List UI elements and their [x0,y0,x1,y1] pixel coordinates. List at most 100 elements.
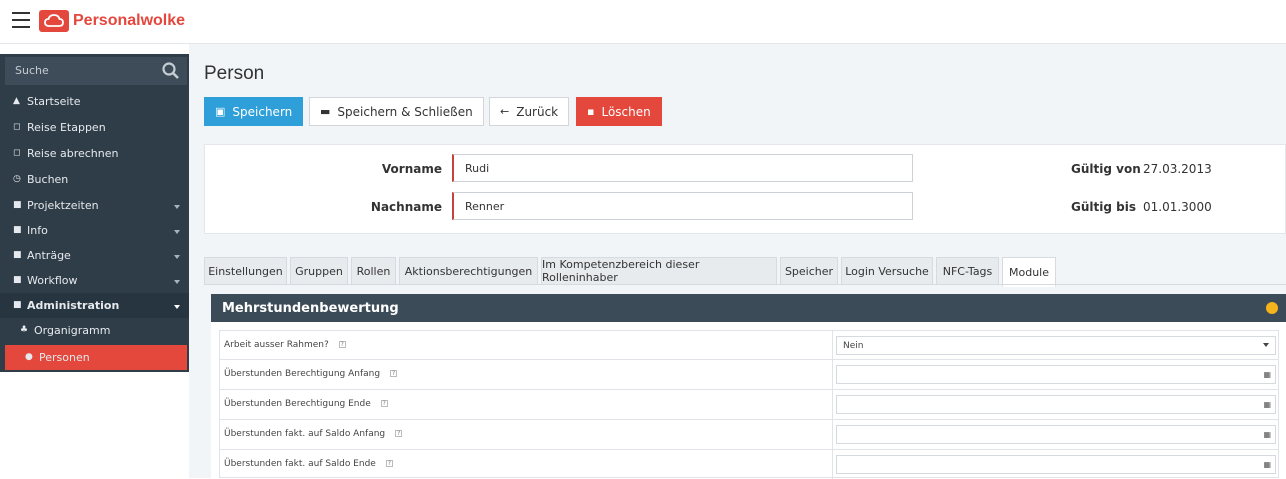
calendar-icon[interactable]: ▦ [1263,430,1271,439]
logo-text: Personalwolke [73,12,186,29]
sidebar-item-label: Reise abrechnen [27,147,119,160]
panel-title: Mehrstundenbewertung [222,301,399,316]
tab-aktionsberechtigungen[interactable]: Aktionsberechtigungen [399,257,538,285]
back-button-label: Zurück [516,104,559,119]
select-value: Nein [843,341,864,351]
folder-icon: ■ [13,275,22,285]
search-input[interactable]: Suche [5,57,187,85]
help-icon[interactable]: ? [395,430,403,437]
calendar-icon[interactable]: ▦ [1263,460,1271,469]
ueberstunden-berechtigung-anfang-field[interactable]: ▦ [836,365,1276,384]
row-label: Überstunden fakt. auf Saldo Ende [224,459,376,469]
sidebar-item-label: Buchen [27,173,69,186]
tab-bar: Einstellungen Gruppen Rollen Aktionsbere… [204,257,1286,287]
tab-kompetenzbereich[interactable]: Im Kompetenzbereich dieser Rolleninhaber [541,257,777,285]
sidebar-item-organigramm[interactable]: ♣ Organigramm [0,318,189,343]
help-icon[interactable]: ? [385,460,393,467]
save-button-label: Speichern [232,104,293,119]
save-and-close-button[interactable]: ▬ Speichern & Schließen [309,97,484,126]
delete-button[interactable]: ▪ Löschen [576,97,662,126]
help-icon[interactable]: ? [338,341,346,348]
gueltig-bis-label: Gültig bis [1071,200,1136,214]
calendar-icon[interactable]: ▦ [1263,400,1271,409]
row-ueberstunden-saldo-anfang: Überstunden fakt. auf Saldo Anfang? ▦ [219,420,1279,450]
row-label: Überstunden Berechtigung Anfang [224,369,381,379]
arbeit-ausser-rahmen-select[interactable]: Nein [836,336,1276,355]
sidebar: Suche ▲ Startseite ◻ Reise Etappen ◻ Reise … [0,44,189,478]
help-icon[interactable]: ? [380,400,388,407]
cloud-icon [39,10,69,32]
chevron-down-icon [1263,343,1269,347]
sidebar-item-antraege[interactable]: ■ Anträge [0,243,189,268]
sidebar-item-personen[interactable]: ● Personen [5,345,187,370]
arrow-left-icon: ← [500,105,510,118]
sidebar-item-label: Reise Etappen [27,121,106,134]
sidebar-item-label: Administration [27,299,120,312]
tab-einstellungen[interactable]: Einstellungen [204,257,287,285]
sidebar-item-label: Organigramm [34,324,111,337]
trash-icon: ▪ [587,105,595,118]
row-ueberstunden-berechtigung-ende: Überstunden Berechtigung Ende? ▦ [219,390,1279,420]
delete-button-label: Löschen [601,104,651,119]
gueltig-von-label: Gültig von [1071,162,1141,176]
clock-icon: ◷ [13,174,21,184]
sidebar-item-info[interactable]: ■ Info [0,218,189,243]
folder-open-icon: ■ [13,300,22,310]
sidebar-item-label: Startseite [27,95,81,108]
tab-gruppen[interactable]: Gruppen [290,257,348,285]
sidebar-item-buchen[interactable]: ◷ Buchen [0,167,189,192]
save-button[interactable]: ▣ Speichern [204,97,304,126]
nachname-field[interactable]: Renner [452,192,913,220]
sidebar-item-label: Workflow [27,274,78,287]
sitemap-icon: ♣ [20,325,29,335]
sidebar-item-label: Personen [39,351,90,364]
hamburger-menu-icon[interactable] [12,12,30,28]
folder-icon: ■ [13,200,22,210]
ueberstunden-berechtigung-ende-field[interactable]: ▦ [836,395,1276,414]
main-content: Person ▣ Speichern ▬ Speichern & Schließen… [189,44,1286,479]
home-icon: ▲ [13,96,20,106]
chevron-down-icon [174,255,180,259]
bookmark-icon: ◻ [13,148,21,158]
search-icon[interactable] [161,61,181,81]
sidebar-item-startseite[interactable]: ▲ Startseite [0,89,189,114]
sidebar-item-reise-etappen[interactable]: ◻ Reise Etappen [0,115,189,140]
gueltig-bis-value: 01.01.3000 [1143,200,1212,214]
save-and-close-button-label: Speichern & Schließen [337,104,473,119]
sidebar-item-label: Anträge [27,249,71,262]
ueberstunden-saldo-anfang-field[interactable]: ▦ [836,425,1276,444]
logo[interactable]: Personalwolke [39,9,185,33]
user-icon: ● [25,352,33,362]
ueberstunden-saldo-ende-field[interactable]: ▦ [836,455,1276,474]
sidebar-item-administration[interactable]: ■ Administration [0,293,189,318]
row-arbeit-ausser-rahmen: Arbeit ausser Rahmen?? Nein [219,330,1279,360]
top-bar: Personalwolke [0,0,1286,44]
row-label: Überstunden fakt. auf Saldo Anfang [224,429,386,439]
tab-nfc-tags[interactable]: NFC-Tags [936,257,999,285]
tab-rollen[interactable]: Rollen [351,257,396,285]
archive-icon: ▬ [320,105,331,118]
tab-speicher[interactable]: Speicher [780,257,838,285]
sidebar-item-projektzeiten[interactable]: ■ Projektzeiten [0,193,189,218]
gueltig-von-value: 27.03.2013 [1143,162,1212,176]
nachname-label: Nachname [370,200,442,214]
row-label: Überstunden Berechtigung Ende [224,399,371,409]
vorname-field[interactable]: Rudi [452,154,913,182]
collapse-toggle-icon[interactable] [1266,302,1278,314]
row-ueberstunden-berechtigung-anfang: Überstunden Berechtigung Anfang? ▦ [219,360,1279,390]
folder-icon: ■ [13,250,22,260]
chevron-down-icon [174,305,180,309]
chevron-down-icon [174,205,180,209]
tab-login-versuche[interactable]: Login Versuche [841,257,933,285]
tab-module[interactable]: Module [1002,257,1056,287]
panel-header: Mehrstundenbewertung [211,294,1286,322]
tab-divider [204,284,1286,285]
sidebar-item-workflow[interactable]: ■ Workflow [0,268,189,293]
calendar-icon[interactable]: ▦ [1263,370,1271,379]
search-placeholder: Suche [15,64,49,77]
help-icon[interactable]: ? [390,370,398,377]
module-panel: Mehrstundenbewertung Arbeit ausser Rahme… [211,294,1286,479]
back-button[interactable]: ← Zurück [489,97,570,126]
page-title: Person [204,63,265,84]
sidebar-item-reise-abrechnen[interactable]: ◻ Reise abrechnen [0,141,189,166]
